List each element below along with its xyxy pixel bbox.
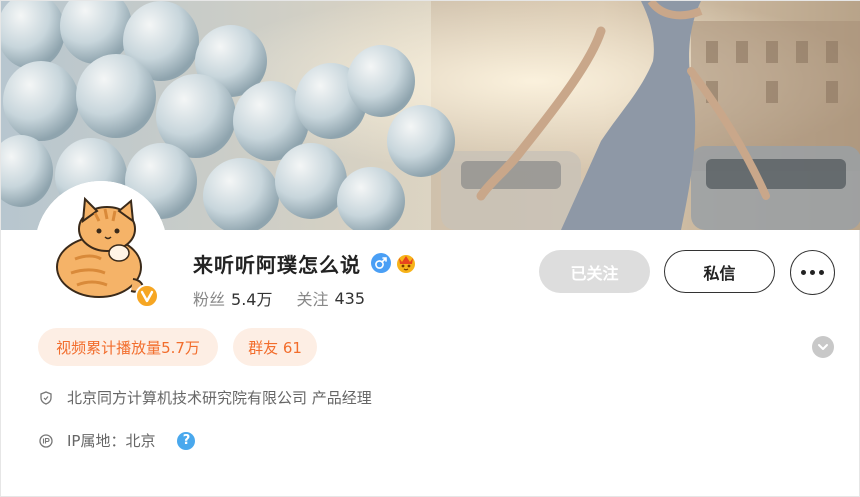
male-icon	[371, 253, 391, 273]
ip-location-text: IP属地：北京	[67, 432, 156, 450]
fans-label[interactable]: 粉丝	[193, 286, 225, 310]
follow-label[interactable]: 关注	[296, 286, 328, 310]
verified-badge-icon	[135, 284, 159, 308]
chevron-down-icon[interactable]	[812, 336, 834, 358]
company-row: 北京同方计算机技术研究院有限公司 产品经理	[39, 387, 372, 408]
help-icon[interactable]: ?	[177, 431, 196, 450]
more-button[interactable]	[790, 250, 835, 295]
name-row: 来听听阿璞怎么说	[193, 249, 417, 277]
more-icon	[801, 270, 806, 275]
profile-card: 来听听阿璞怎么说 粉丝 5.4万 关注 435 已关注 私信 视频累计播放量5.…	[0, 0, 860, 497]
avatar[interactable]	[35, 181, 167, 313]
user-name: 来听听阿璞怎么说	[193, 252, 361, 277]
group-friends-tag[interactable]: 群友 61	[233, 328, 317, 366]
video-plays-tag[interactable]: 视频累计播放量5.7万	[38, 328, 218, 366]
message-button[interactable]: 私信	[664, 250, 775, 293]
stats-row: 粉丝 5.4万 关注 435	[193, 286, 365, 310]
company-text: 北京同方计算机技术研究院有限公司 产品经理	[67, 389, 372, 407]
follow-count[interactable]: 435	[334, 289, 365, 308]
crown-icon[interactable]	[395, 252, 417, 274]
shield-icon	[39, 390, 53, 405]
fans-count[interactable]: 5.4万	[231, 286, 272, 310]
ip-icon	[39, 433, 53, 448]
followed-button[interactable]: 已关注	[539, 250, 650, 293]
ip-row: IP属地：北京 ?	[39, 430, 196, 451]
